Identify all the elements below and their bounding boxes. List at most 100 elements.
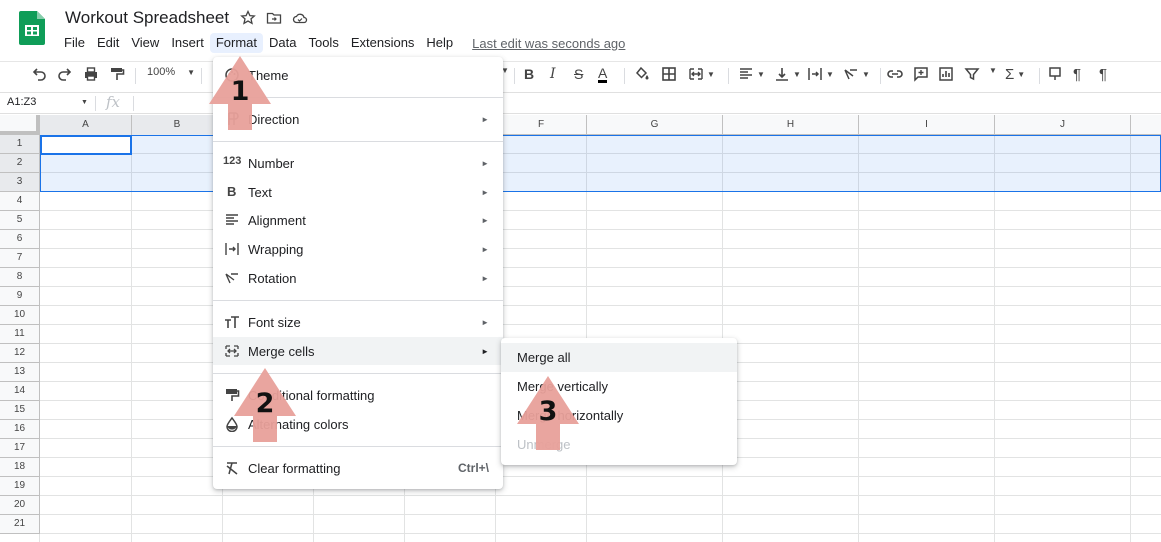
borders-icon[interactable] [661,66,677,82]
move-folder-icon[interactable] [266,10,282,26]
italic-icon[interactable]: I [550,66,556,82]
merge-cells-icon[interactable]: ▼ [688,66,715,82]
paint-format-icon[interactable] [109,66,125,82]
redo-icon[interactable] [57,66,73,82]
text-color-icon[interactable]: A [598,66,608,83]
number-format-icon: 123 [223,155,242,167]
column-header[interactable]: H [723,115,859,135]
menu-item-merge-cells[interactable]: Merge cells ► [213,337,503,365]
align-icon [226,214,238,225]
rotation-icon [225,273,238,284]
cloud-saved-icon[interactable] [292,10,308,26]
menu-item-rotation[interactable]: Rotation ► [213,264,503,292]
filter-icon[interactable] [964,66,980,82]
rtl-icon[interactable]: ¶ [1099,66,1107,83]
chevron-down-icon[interactable]: ▼ [81,99,88,106]
annotation-arrow-2: 2 [232,366,298,444]
row-header[interactable]: 2 [0,154,40,173]
annotation-arrow-3: 3 [515,374,581,452]
row-header[interactable]: 10 [0,306,40,325]
row-header[interactable]: 13 [0,363,40,382]
undo-icon[interactable] [31,66,47,82]
row-header[interactable]: 11 [0,325,40,344]
column-header[interactable]: J [995,115,1131,135]
rotation-icon[interactable]: ▼ [843,66,870,82]
toolbar: 100% ▼ ▼ B I S A ▼ ▼ ▼ ▼ ▼ ▼ Σ ▼ ¶ ¶ [0,61,1161,89]
shortcut-label: Ctrl+\ [457,461,489,475]
bold-icon[interactable]: B [524,66,534,82]
column-header[interactable]: I [859,115,995,135]
menu-item-font-size[interactable]: Font size ► [213,308,503,336]
functions-icon[interactable]: Σ ▼ [1005,66,1025,83]
menu-view[interactable]: View [125,33,165,53]
menu-edit[interactable]: Edit [91,33,125,53]
link-icon[interactable] [887,66,903,82]
menu-bar: File Edit View Insert Format Data Tools … [58,33,625,53]
bold-text-icon: B [227,184,237,199]
column-header[interactable]: G [587,115,723,135]
name-box[interactable]: A1:Z3 [7,96,36,108]
submenu-arrow-icon: ► [481,158,489,168]
row-header[interactable]: 9 [0,287,40,306]
menu-format[interactable]: Format [209,33,263,53]
row-header[interactable]: 12 [0,344,40,363]
star-icon[interactable] [240,10,256,26]
ltr-icon[interactable]: ¶ [1073,66,1081,83]
submenu-arrow-icon: ► [481,273,489,283]
wrap-icon[interactable]: ▼ [807,66,834,82]
spreadsheet-grid[interactable]: ABCDEFGHIJ 12345678910111213141516171819… [0,115,1161,542]
column-header[interactable]: F [496,115,587,135]
font-size-icon [225,316,239,328]
menu-file[interactable]: File [58,33,91,53]
last-edit-link[interactable]: Last edit was seconds ago [472,36,625,51]
row-header[interactable]: 20 [0,496,40,515]
comment-icon[interactable] [913,66,929,82]
print-icon[interactable] [83,66,99,82]
row-header[interactable]: 6 [0,230,40,249]
hide-menus-icon[interactable] [1047,66,1063,82]
merge-cells-icon [225,345,239,357]
row-header[interactable]: 16 [0,420,40,439]
menu-insert[interactable]: Insert [165,33,210,53]
row-header[interactable]: 17 [0,439,40,458]
vertical-align-icon[interactable]: ▼ [774,66,801,82]
menu-help[interactable]: Help [420,33,459,53]
menu-item-clear-formatting[interactable]: Clear formatting Ctrl+\ [213,454,503,482]
annotation-arrow-1: 1 [207,54,273,132]
chart-icon[interactable] [938,66,954,82]
row-header[interactable]: 4 [0,192,40,211]
strikethrough-icon[interactable]: S [574,66,583,82]
menu-extensions[interactable]: Extensions [345,33,421,53]
align-icon[interactable]: ▼ [738,66,765,82]
row-header[interactable]: 5 [0,211,40,230]
menu-item-wrapping[interactable]: Wrapping ► [213,235,503,263]
menu-tools[interactable]: Tools [302,33,344,53]
menu-item-number[interactable]: 123 Number ► [213,149,503,177]
row-header[interactable]: 8 [0,268,40,287]
row-header[interactable]: 3 [0,173,40,192]
row-header[interactable]: 14 [0,382,40,401]
row-header[interactable]: 1 [0,135,40,154]
active-cell[interactable] [40,135,132,155]
row-header[interactable]: 7 [0,249,40,268]
row-header[interactable]: 19 [0,477,40,496]
document-title[interactable]: Workout Spreadsheet [65,8,229,28]
row-header[interactable]: 18 [0,458,40,477]
formula-bar: A1:Z3 ▼ fx [0,92,1161,114]
column-headers: ABCDEFGHIJ [0,115,1161,135]
column-header[interactable]: A [40,115,132,135]
annotation-number: 3 [538,396,558,427]
submenu-arrow-icon: ► [481,244,489,254]
select-all-corner[interactable] [0,115,40,135]
menu-data[interactable]: Data [263,33,302,53]
menu-item-alignment[interactable]: Alignment ► [213,206,503,234]
fill-color-icon[interactable] [634,66,650,82]
chevron-down-icon[interactable]: ▼ [986,66,997,75]
selected-range[interactable] [40,135,1161,192]
row-header[interactable]: 21 [0,515,40,534]
sheets-logo-icon[interactable] [19,11,45,45]
menu-item-text[interactable]: B Text ► [213,178,503,206]
row-header[interactable]: 15 [0,401,40,420]
submenu-item-merge-all[interactable]: Merge all [501,343,737,372]
zoom-select[interactable]: 100% ▼ [147,66,195,78]
